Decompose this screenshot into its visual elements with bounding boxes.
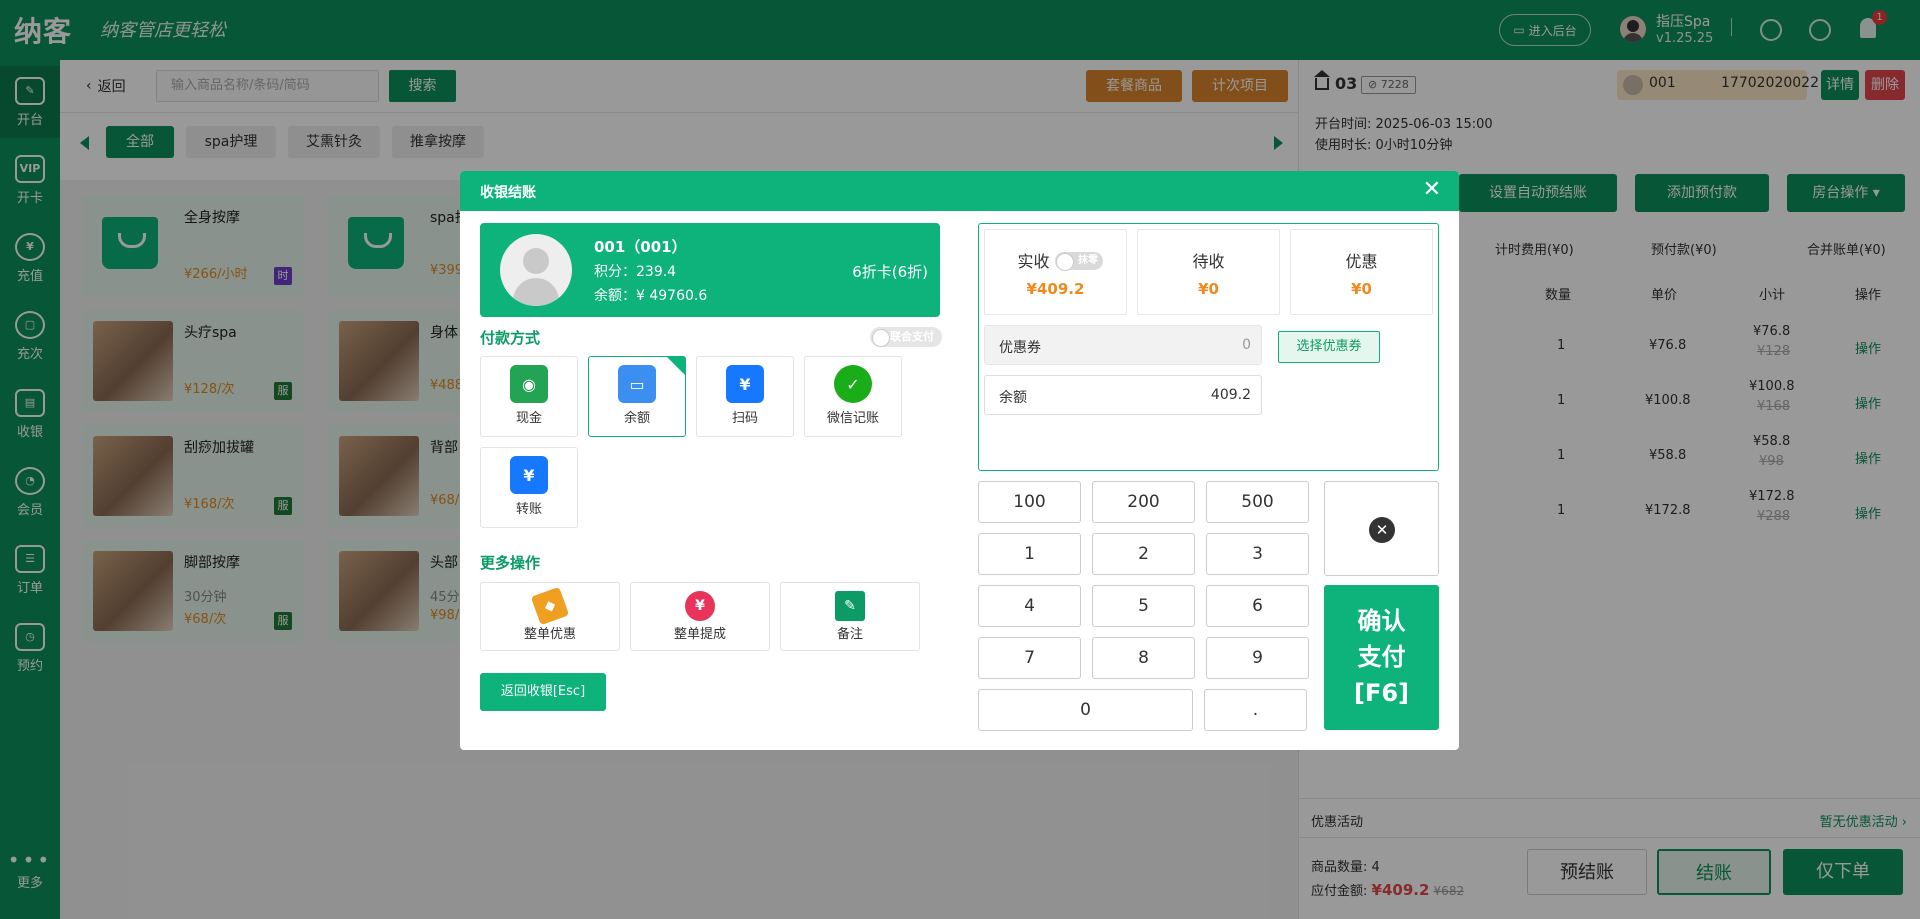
dialog-header: 收银结账 ✕: [460, 171, 1459, 211]
key-3[interactable]: 3: [1206, 533, 1309, 575]
confirm-line-2: 支付: [1357, 643, 1406, 671]
member-avatar: [500, 234, 572, 306]
member-name: 001（001）: [594, 238, 687, 256]
discount-label: 优惠: [1345, 252, 1378, 271]
key-0[interactable]: 0: [978, 689, 1193, 731]
scan-code-icon: ¥: [726, 365, 764, 403]
balance-card-icon: ▭: [618, 365, 656, 403]
pay-method-label: 扫码: [731, 411, 758, 426]
pay-method-cash[interactable]: ◉ 现金: [480, 356, 578, 437]
checkout-dialog: 收银结账 ✕ 001（001） 积分：239.4 余额：¥ 49760.6 6折…: [460, 171, 1459, 750]
pending-label: 待收: [1192, 252, 1225, 271]
pending-amount: 待收 ¥0: [1137, 229, 1280, 315]
close-icon[interactable]: ✕: [1423, 177, 1441, 202]
balance-pay-value: 409.2: [1210, 387, 1251, 403]
more-ops-title: 更多操作: [480, 554, 541, 572]
confirm-line-1: 确认: [1357, 607, 1406, 635]
confirm-payment-button[interactable]: 确认 支付 [F6]: [1324, 585, 1439, 730]
select-coupon-button[interactable]: 选择优惠券: [1278, 331, 1380, 363]
key-dot[interactable]: .: [1204, 689, 1307, 731]
balance-pay-label: 余额: [999, 390, 1027, 406]
key-4[interactable]: 4: [978, 585, 1081, 627]
received-value: ¥409.2: [1026, 280, 1085, 298]
dialog-title: 收银结账: [480, 185, 536, 201]
back-to-cashier-button[interactable]: 返回收银[Esc]: [480, 673, 606, 711]
backspace-icon: ✕: [1369, 517, 1395, 543]
pay-method-balance[interactable]: ▭ 余额: [588, 356, 686, 437]
pending-value: ¥0: [1198, 280, 1219, 298]
more-op-label: 整单优惠: [523, 627, 576, 642]
note-edit-icon: ✎: [835, 591, 865, 621]
more-op-label: 备注: [836, 627, 863, 642]
pay-method-label: 余额: [623, 411, 650, 426]
pay-method-label: 现金: [515, 411, 542, 426]
pay-method-wechat-account[interactable]: ✓ 微信记账: [804, 356, 902, 437]
pay-method-label: 微信记账: [826, 411, 879, 426]
whole-order-commission-button[interactable]: ¥ 整单提成: [630, 582, 770, 651]
wechat-check-icon: ✓: [834, 365, 872, 403]
member-info-card: 001（001） 积分：239.4 余额：¥ 49760.6 6折卡(6折): [480, 223, 940, 317]
discount-amount: 优惠 ¥0: [1290, 229, 1433, 315]
combined-payment-toggle[interactable]: 联合支付: [870, 327, 942, 347]
key-1[interactable]: 1: [978, 533, 1081, 575]
member-card-type: 6折卡(6折): [852, 263, 928, 281]
coupon-value: 0: [1242, 337, 1251, 353]
more-op-label: 整单提成: [673, 627, 726, 642]
balance-pay-input[interactable]: 余额 409.2: [984, 375, 1262, 415]
key-100[interactable]: 100: [978, 481, 1081, 523]
key-2[interactable]: 2: [1092, 533, 1195, 575]
whole-order-discount-button[interactable]: ◆ 整单优惠: [480, 582, 620, 651]
pay-method-scan[interactable]: ¥ 扫码: [696, 356, 794, 437]
key-5[interactable]: 5: [1092, 585, 1195, 627]
key-6[interactable]: 6: [1206, 585, 1309, 627]
backspace-key[interactable]: ✕: [1324, 481, 1439, 576]
key-200[interactable]: 200: [1092, 481, 1195, 523]
cash-icon: ◉: [510, 365, 548, 403]
discount-tag-icon: ◆: [530, 586, 570, 626]
member-points: 积分：239.4: [594, 264, 677, 280]
note-button[interactable]: ✎ 备注: [780, 582, 920, 651]
pay-method-transfer[interactable]: ¥ 转账: [480, 447, 578, 528]
coupon-label: 优惠券: [999, 340, 1041, 356]
discount-value: ¥0: [1351, 280, 1372, 298]
key-9[interactable]: 9: [1206, 637, 1309, 679]
key-7[interactable]: 7: [978, 637, 1081, 679]
amount-summary: 实收 抹零 ¥409.2 待收 ¥0 优惠 ¥0 优惠券 0 选择优惠券 余额 …: [978, 223, 1439, 471]
rounding-toggle[interactable]: 抹零: [1055, 252, 1103, 271]
key-8[interactable]: 8: [1092, 637, 1195, 679]
transfer-icon: ¥: [510, 456, 548, 494]
key-500[interactable]: 500: [1206, 481, 1309, 523]
received-amount: 实收 抹零 ¥409.2: [984, 229, 1127, 315]
coupon-field: 优惠券 0: [984, 325, 1262, 365]
confirm-line-3: [F6]: [1353, 679, 1410, 707]
money-bag-icon: ¥: [685, 591, 715, 621]
pay-method-label: 转账: [515, 502, 542, 517]
member-balance: 余额：¥ 49760.6: [594, 288, 708, 304]
payment-method-title: 付款方式: [480, 329, 541, 347]
